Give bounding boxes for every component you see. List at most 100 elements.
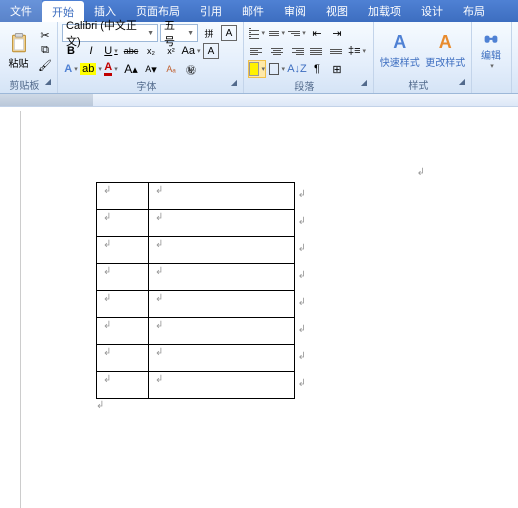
quick-styles-icon: A: [393, 32, 406, 53]
quick-styles-button[interactable]: A 快速样式: [378, 29, 422, 71]
table-cell[interactable]: ↲↲: [149, 372, 295, 399]
change-styles-button[interactable]: A 更改样式: [424, 29, 468, 71]
font-dialog-launcher[interactable]: ◢: [231, 78, 237, 87]
shrink-font-button[interactable]: A▾: [142, 60, 160, 78]
table-row[interactable]: ↲↲↲: [97, 345, 295, 372]
sort-button[interactable]: A↓Z: [288, 60, 306, 78]
table-cell[interactable]: ↲↲: [149, 318, 295, 345]
phonetic-guide-button[interactable]: 拼: [200, 24, 218, 42]
char-border-button[interactable]: A: [220, 24, 238, 42]
table-row[interactable]: ↲↲↲: [97, 291, 295, 318]
tab-references[interactable]: 引用: [190, 0, 232, 22]
document-page[interactable]: ↲ ↲↲↲↲↲↲↲↲↲↲↲↲↲↲↲↲↲↲↲↲↲↲↲↲ ↲: [20, 111, 518, 508]
show-marks-button[interactable]: ¶: [308, 60, 326, 78]
enclose-char-button[interactable]: ㊙: [182, 60, 200, 78]
table-cell[interactable]: ↲: [97, 291, 149, 318]
table-row[interactable]: ↲↲↲: [97, 264, 295, 291]
horizontal-ruler[interactable]: [0, 94, 518, 107]
char-shading-icon: A: [203, 43, 219, 59]
indent-dec-button[interactable]: ⇤: [308, 24, 326, 42]
row-end-mark: ↲: [298, 216, 306, 227]
text-effects-button[interactable]: A▾: [62, 60, 80, 78]
clipboard-dialog-launcher[interactable]: ◢: [45, 77, 51, 86]
tab-design[interactable]: 设计: [411, 0, 453, 22]
indent-icon: ⇥: [332, 27, 341, 40]
align-dist-button[interactable]: [328, 42, 346, 60]
row-end-mark: ↲: [298, 297, 306, 308]
quick-styles-label: 快速样式: [380, 54, 420, 69]
align-left-button[interactable]: [248, 42, 266, 60]
superscript-button[interactable]: x²: [162, 42, 180, 60]
font-group-label: 字体: [136, 82, 156, 93]
sort-icon: A↓Z: [287, 63, 307, 75]
tab-mailings[interactable]: 邮件: [232, 0, 274, 22]
align-right-button[interactable]: [288, 42, 306, 60]
table-cell[interactable]: ↲↲: [149, 183, 295, 210]
ruler-margin: [0, 94, 93, 106]
table-row[interactable]: ↲↲↲: [97, 372, 295, 399]
highlight-button[interactable]: ab▾: [82, 60, 100, 78]
line-spacing-icon: ‡≡: [348, 45, 361, 57]
table-cell[interactable]: ↲: [97, 210, 149, 237]
tab-addins[interactable]: 加载项: [358, 0, 411, 22]
copy-button[interactable]: ⧉: [37, 44, 53, 58]
line-spacing-button[interactable]: ‡≡▾: [348, 42, 366, 60]
table-cell[interactable]: ↲: [97, 237, 149, 264]
tab-file[interactable]: 文件: [0, 0, 42, 22]
chevron-down-icon: ▾: [363, 47, 367, 55]
format-painter-button[interactable]: 🖌: [37, 59, 53, 73]
subscript-button[interactable]: x₂: [142, 42, 160, 60]
font-color-button[interactable]: A▾: [102, 60, 120, 78]
paragraph-dialog-launcher[interactable]: ◢: [361, 78, 367, 87]
document-viewport[interactable]: ↲ ↲↲↲↲↲↲↲↲↲↲↲↲↲↲↲↲↲↲↲↲↲↲↲↲ ↲: [0, 107, 518, 508]
chevron-down-icon: ▾: [261, 29, 265, 37]
tab-view[interactable]: 视图: [316, 0, 358, 22]
table-row[interactable]: ↲↲↲: [97, 237, 295, 264]
row-end-mark: ↲: [298, 243, 306, 254]
table-cell[interactable]: ↲: [97, 318, 149, 345]
styles-dialog-launcher[interactable]: ◢: [459, 77, 465, 86]
table-cell[interactable]: ↲: [97, 264, 149, 291]
strike-button[interactable]: abc: [122, 42, 140, 60]
tab-review[interactable]: 审阅: [274, 0, 316, 22]
table-cell[interactable]: ↲: [97, 372, 149, 399]
editing-label: 编辑: [481, 47, 501, 62]
table-cell[interactable]: ↲↲: [149, 291, 295, 318]
tab-table-layout[interactable]: 布局: [453, 0, 495, 22]
change-case-button[interactable]: Aa▾: [182, 42, 200, 60]
bold-button[interactable]: B: [62, 42, 80, 60]
editing-button[interactable]: 编辑 ▾: [476, 29, 506, 71]
align-justify-button[interactable]: [308, 42, 326, 60]
table-row[interactable]: ↲↲↲: [97, 183, 295, 210]
font-size-combo[interactable]: 五号▼: [160, 24, 198, 42]
table-cell[interactable]: ↲: [97, 345, 149, 372]
table-row[interactable]: ↲↲↲: [97, 318, 295, 345]
shading-button[interactable]: ▾: [248, 60, 266, 78]
table-row[interactable]: ↲↲↲: [97, 210, 295, 237]
table-cell[interactable]: ↲: [97, 183, 149, 210]
chevron-down-icon: ▾: [302, 29, 306, 37]
font-name-combo[interactable]: Calibri (中文正文)▼: [62, 24, 158, 42]
table-cell[interactable]: ↲↲: [149, 264, 295, 291]
borders-button[interactable]: ▾: [268, 60, 286, 78]
bullets-button[interactable]: ▾: [248, 24, 266, 42]
document-table[interactable]: ↲↲↲↲↲↲↲↲↲↲↲↲↲↲↲↲↲↲↲↲↲↲↲↲: [96, 182, 295, 399]
grow-font-button[interactable]: A▴: [122, 60, 140, 78]
align-center-button[interactable]: [268, 42, 286, 60]
italic-button[interactable]: I: [82, 42, 100, 60]
clear-format-button[interactable]: Aₐ: [162, 60, 180, 78]
indent-inc-button[interactable]: ⇥: [328, 24, 346, 42]
char-shading-button[interactable]: A: [202, 42, 220, 60]
underline-button[interactable]: U▾: [102, 42, 120, 60]
change-styles-icon: A: [439, 32, 452, 53]
multilevel-button[interactable]: ▾: [288, 24, 306, 42]
table-cell[interactable]: ↲↲: [149, 345, 295, 372]
paste-button[interactable]: 粘贴: [4, 31, 33, 71]
snap-grid-button[interactable]: ⊞: [328, 60, 346, 78]
table-cell[interactable]: ↲↲: [149, 210, 295, 237]
cut-button[interactable]: ✂: [37, 29, 53, 43]
numbering-button[interactable]: ▾: [268, 24, 286, 42]
grid-icon: ⊞: [332, 63, 341, 76]
table-cell[interactable]: ↲↲: [149, 237, 295, 264]
row-end-mark: ↲: [298, 324, 306, 335]
